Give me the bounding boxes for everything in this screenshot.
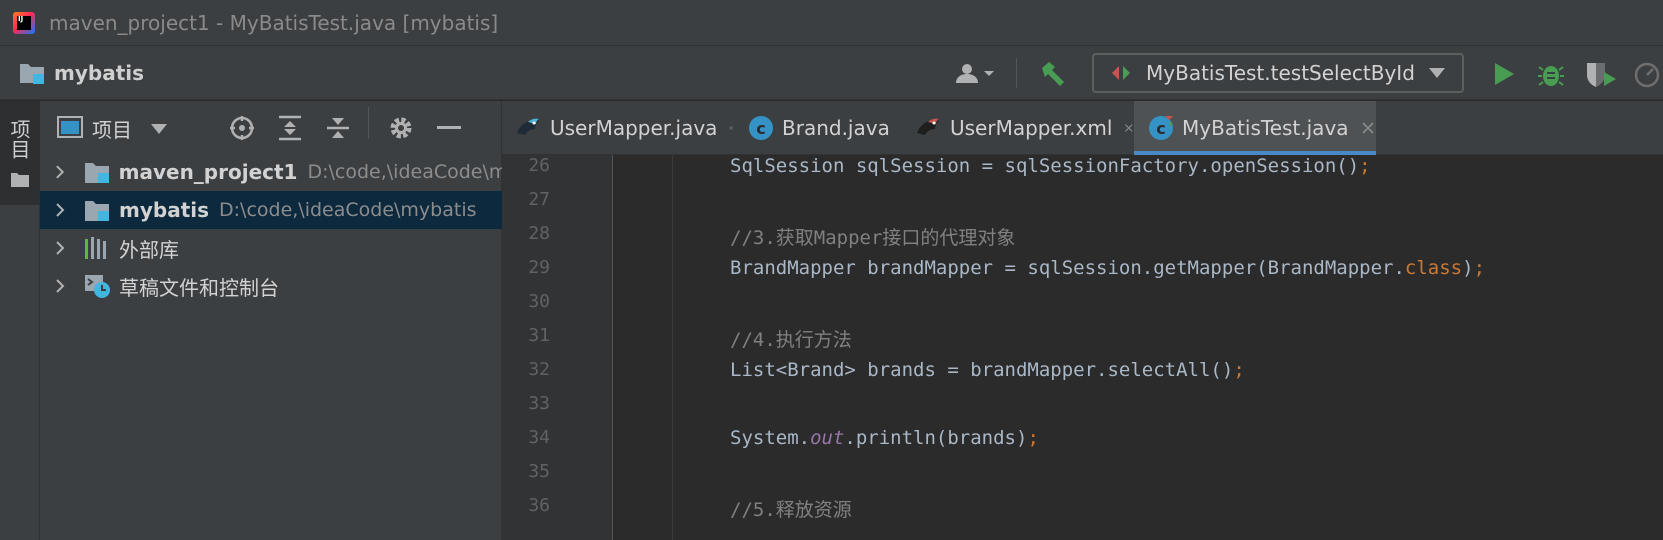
chevron-down-icon — [1429, 68, 1445, 78]
code-line[interactable]: //5.释放资源 — [730, 495, 852, 522]
code-line[interactable]: System.out.println(brands); — [730, 427, 1039, 449]
line-number: 32 — [528, 359, 550, 380]
close-icon[interactable] — [1361, 121, 1375, 135]
gear-icon[interactable] — [387, 115, 415, 141]
breadcrumb-project[interactable]: mybatis — [54, 61, 144, 85]
tab-label: MyBatisTest.java — [1182, 116, 1349, 140]
line-number: 34 — [528, 427, 550, 448]
tab-usermapper-java[interactable]: UserMapper.java — [502, 101, 734, 155]
window-title: maven_project1 - MyBatisTest.java [mybat… — [49, 10, 499, 35]
run-icon[interactable] — [1492, 62, 1516, 86]
mybatis-xml-icon — [917, 118, 939, 135]
line-number-gutter: 26 27 28 29 30 31 32 33 34 35 36 — [502, 155, 612, 540]
tree-item-name: maven_project1 — [118, 160, 298, 184]
tree-item-path: D:\code,\ideaCode\mybatis — [219, 199, 477, 221]
profiler-icon[interactable] — [1632, 60, 1663, 88]
code-line[interactable]: //4.执行方法 — [730, 325, 852, 352]
build-hammer-icon[interactable] — [1038, 60, 1068, 88]
project-tab-label: 项目 — [7, 119, 31, 159]
code-editor[interactable]: 26 27 28 29 30 31 32 33 34 35 36 SqlSess… — [502, 155, 1663, 540]
tab-usermapper-xml[interactable]: UserMapper.xml — [902, 101, 1134, 155]
close-icon[interactable] — [1124, 121, 1134, 135]
toolbar-separator — [368, 107, 369, 139]
chevron-down-icon[interactable] — [150, 123, 168, 135]
line-number: 36 — [528, 495, 550, 516]
tree-item-name: 草稿文件和控制台 — [119, 275, 279, 300]
code-line[interactable]: SqlSession sqlSession = sqlSessionFactor… — [730, 155, 1371, 177]
tree-item-external-libraries[interactable]: 外部库 — [40, 229, 502, 267]
code-line[interactable]: //3.获取Mapper接口的代理对象 — [730, 223, 1015, 250]
chevron-right-icon[interactable] — [53, 279, 67, 293]
tree-item-mybatis[interactable]: mybatis D:\code,\ideaCode\mybatis — [40, 191, 502, 229]
toolbar-separator — [1016, 58, 1017, 88]
project-view-selector[interactable]: 项目 — [92, 114, 132, 143]
chevron-right-icon[interactable] — [53, 165, 67, 179]
code-line[interactable]: List<Brand> brands = brandMapper.selectA… — [730, 359, 1245, 381]
tree-item-name: 外部库 — [119, 237, 179, 262]
run-configuration-selector[interactable]: MyBatisTest.testSelectById — [1092, 53, 1464, 93]
chevron-right-icon[interactable] — [53, 203, 67, 217]
module-folder-icon — [84, 163, 109, 183]
tab-label: Brand.java — [782, 116, 890, 140]
tree-item-name: mybatis — [119, 198, 210, 222]
line-number: 28 — [528, 223, 550, 244]
line-number: 29 — [528, 257, 550, 278]
chevron-right-icon[interactable] — [53, 241, 67, 255]
collapse-all-icon[interactable] — [324, 115, 352, 141]
project-view-icon[interactable] — [57, 116, 83, 138]
tab-brand-java[interactable]: c Brand.java — [734, 101, 902, 155]
expand-all-icon[interactable] — [276, 115, 304, 141]
gutter-divider — [612, 155, 613, 540]
mybatis-mapper-icon — [517, 118, 539, 135]
line-number: 27 — [528, 189, 550, 210]
line-number: 33 — [528, 393, 550, 414]
tree-item-scratches[interactable]: 草稿文件和控制台 — [40, 267, 502, 305]
folder-icon — [11, 173, 29, 187]
run-with-coverage-icon[interactable] — [1584, 60, 1618, 88]
indent-guide — [672, 155, 673, 540]
line-number: 26 — [528, 155, 550, 176]
locate-crosshair-icon[interactable] — [228, 115, 256, 141]
debug-bug-icon[interactable] — [1537, 60, 1565, 88]
svg-text:c: c — [756, 119, 765, 138]
tree-item-maven-project1[interactable]: maven_project1 D:\code,\ideaCode\m — [40, 153, 502, 191]
project-tool-window-tab[interactable]: 项目 — [0, 101, 40, 205]
line-number: 35 — [528, 461, 550, 482]
tab-mybatistest-java[interactable]: c MyBatisTest.java — [1134, 101, 1376, 155]
tree-item-path: D:\code,\ideaCode\m — [307, 161, 502, 183]
project-panel-header: 项目 — [40, 101, 502, 153]
module-folder-icon — [20, 64, 44, 84]
test-class-icon: c — [1149, 116, 1173, 140]
editor-tab-bar: UserMapper.java c Brand.java UserMapper.… — [502, 101, 1663, 155]
run-configuration-label: MyBatisTest.testSelectById — [1146, 61, 1415, 85]
svg-text:c: c — [1156, 119, 1165, 138]
line-number: 31 — [528, 325, 550, 346]
module-folder-icon — [85, 201, 109, 221]
junit-config-icon — [1112, 66, 1130, 80]
code-line[interactable]: BrandMapper brandMapper = sqlSession.get… — [730, 257, 1485, 279]
navigation-toolbar: mybatis MyBatisTest.testSelectById — [0, 46, 1663, 100]
left-tool-strip: 项目 — [0, 101, 40, 540]
scratches-icon — [85, 275, 110, 298]
user-account-icon[interactable] — [954, 62, 998, 84]
library-icon — [85, 237, 106, 259]
tab-label: UserMapper.java — [550, 116, 718, 140]
title-bar: IJ maven_project1 - MyBatisTest.java [my… — [0, 0, 1663, 46]
minimize-icon[interactable] — [435, 115, 463, 141]
project-tool-window: 项目 maven_project1 D:\code,\ideaCode\m my… — [40, 101, 502, 540]
line-number: 30 — [528, 291, 550, 312]
java-class-icon: c — [749, 116, 773, 140]
tab-label: UserMapper.xml — [950, 116, 1113, 140]
intellij-logo-icon: IJ — [13, 11, 35, 34]
